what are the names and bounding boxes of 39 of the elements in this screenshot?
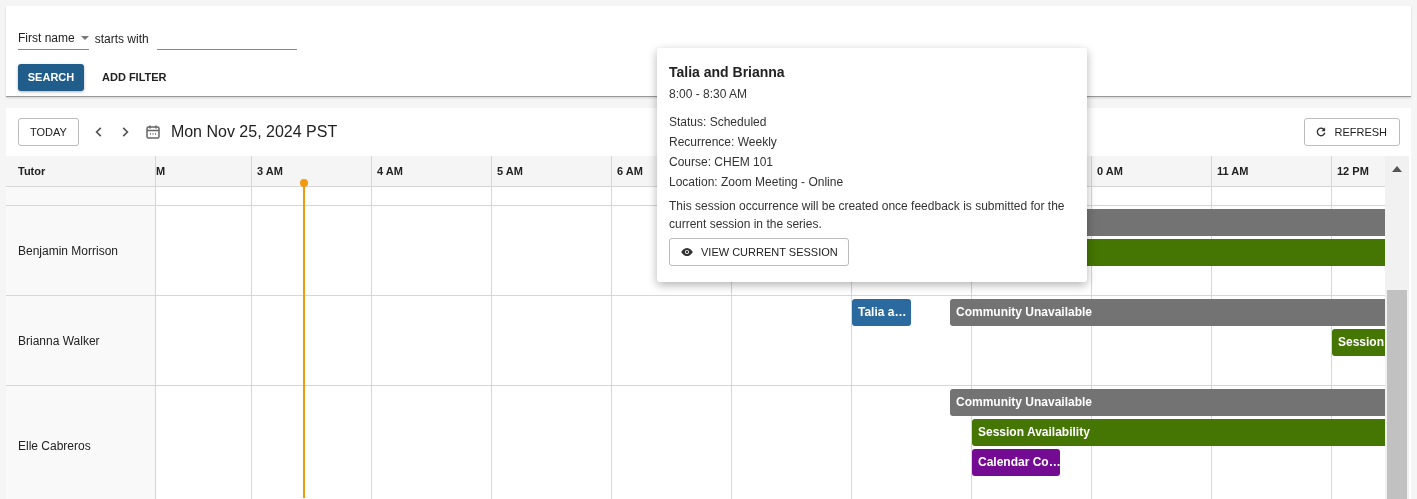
today-button[interactable]: TODAY (18, 118, 79, 146)
scrollbar[interactable] (1385, 156, 1409, 499)
event-bar[interactable]: Community Unavailable (950, 299, 1385, 326)
hour-label: M (156, 165, 166, 177)
refresh-icon (1315, 126, 1328, 138)
caret-icon (80, 36, 89, 40)
hour-label: 6 AM (617, 165, 643, 177)
hour-label: 5 AM (497, 165, 523, 177)
hour-label: 12 PM (1337, 165, 1369, 177)
view-session-button[interactable]: VIEW CURRENT SESSION (669, 238, 849, 266)
event-detail: Course: CHEM 101 (669, 155, 775, 169)
event-detail: Location: Zoom Meeting - Online (669, 175, 845, 189)
event-detail: Recurrence: Weekly (669, 135, 778, 149)
event-bar[interactable]: Talia a… (852, 299, 911, 326)
hour-label: 3 AM (257, 165, 283, 177)
event-detail: Status: Scheduled (669, 115, 768, 129)
event-bar[interactable]: Community Unavailable (950, 389, 1385, 416)
event-bar[interactable]: Session Availability (972, 419, 1385, 446)
tutor-name: Benjamin Morrison (6, 206, 156, 295)
add-filter-button[interactable]: ADD FILTER (96, 70, 173, 84)
hour-label: 4 AM (377, 165, 403, 177)
search-button[interactable]: SEARCH (18, 63, 84, 91)
event-time: 8:00 - 8:30 AM (669, 87, 749, 101)
date-title: Mon Nov 25, 2024 PST (170, 123, 338, 141)
event-bar[interactable]: Calendar Co… (972, 449, 1060, 476)
field-select[interactable]: First name (18, 31, 89, 50)
popover-title: Talia and Brianna (669, 64, 786, 80)
refresh-button[interactable]: REFRESH (1304, 118, 1400, 146)
event-note: This session occurrence will be created once feedback is submitted for the current session in the series. (669, 198, 1066, 233)
scroll-up-icon[interactable] (1392, 166, 1402, 172)
hour-label: 11 AM (1217, 165, 1249, 177)
calendar-icon (144, 124, 161, 140)
event-bar[interactable]: Session (1332, 329, 1385, 356)
eye-icon (680, 247, 694, 257)
tutor-name: Brianna Walker (6, 296, 156, 385)
hour-label: 0 AM (1097, 165, 1123, 177)
tutor-name: Elle Cabreros (6, 386, 156, 499)
operator-label: starts with (94, 32, 149, 48)
scrollbar-thumb[interactable] (1387, 290, 1407, 499)
